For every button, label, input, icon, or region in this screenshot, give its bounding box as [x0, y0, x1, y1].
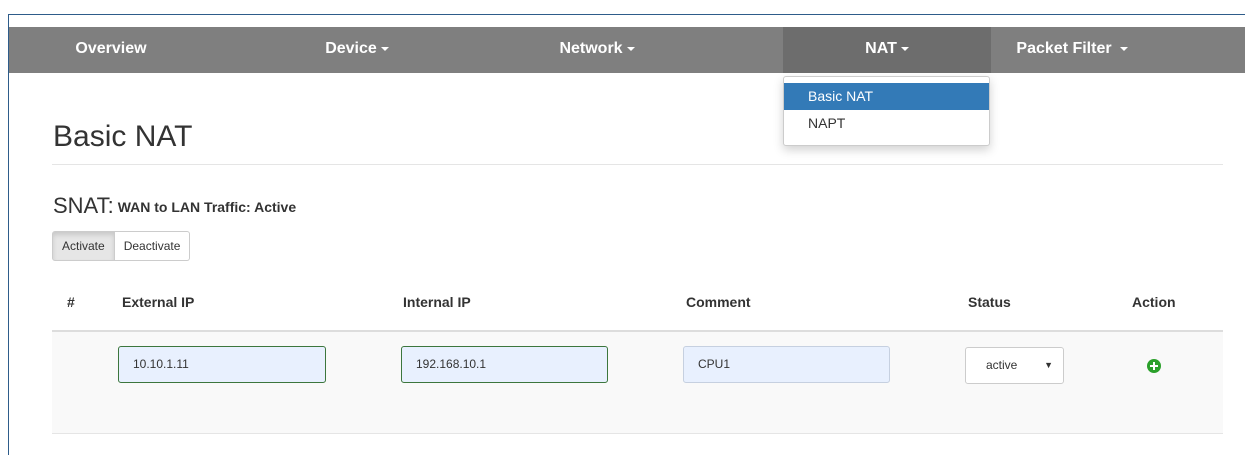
caret-down-icon [380, 46, 389, 51]
top-navbar: Overview Device Network NAT Packet Filte… [9, 27, 1245, 73]
deactivate-button[interactable]: Deactivate [114, 231, 191, 261]
snat-status-text: WAN to LAN Traffic: Active [117, 199, 297, 216]
column-header-internal-ip: Internal IP [403, 294, 471, 310]
nav-nat[interactable]: NAT [783, 27, 991, 73]
external-ip-input[interactable]: 10.10.1.11 [118, 346, 326, 383]
menu-item-basic-nat[interactable]: Basic NAT [784, 83, 989, 110]
activation-button-group: Activate Deactivate [52, 231, 191, 261]
status-select[interactable]: active ▼ [965, 347, 1064, 384]
nav-network[interactable]: Network [551, 27, 643, 73]
nav-network-label: Network [559, 40, 623, 57]
column-header-external-ip: External IP [122, 294, 195, 310]
nav-nat-label: NAT [865, 40, 897, 57]
column-header-comment: Comment [686, 294, 751, 310]
nav-packet-filter[interactable]: Packet Filter [1009, 27, 1135, 73]
add-circle-icon[interactable] [1147, 359, 1161, 373]
caret-down-icon [900, 46, 909, 51]
page-title: Basic NAT [53, 120, 193, 153]
status-select-value: active [986, 358, 1018, 372]
select-arrow-icon: ▼ [1044, 360, 1053, 370]
nav-packet-filter-label: Packet Filter [1016, 40, 1112, 57]
internal-ip-input[interactable]: 192.168.10.1 [401, 346, 608, 383]
column-header-number: # [67, 294, 75, 310]
caret-down-icon [626, 46, 635, 51]
nav-overview[interactable]: Overview [65, 27, 157, 73]
nav-overview-label: Overview [75, 40, 147, 57]
column-header-action: Action [1132, 294, 1176, 310]
activate-button[interactable]: Activate [52, 231, 115, 261]
nat-dropdown-menu: Basic NAT NAPT [783, 76, 990, 146]
column-header-status: Status [968, 294, 1011, 310]
nav-device-label: Device [325, 40, 377, 57]
snat-title-label: SNAT: [53, 193, 114, 218]
table-bottom-divider [52, 433, 1223, 434]
nav-device[interactable]: Device [317, 27, 397, 73]
snat-section-title: SNAT: WAN to LAN Traffic: Active [53, 193, 296, 219]
comment-input[interactable]: CPU1 [683, 346, 890, 383]
caret-down-icon [1119, 46, 1128, 51]
divider [52, 164, 1223, 165]
menu-item-napt[interactable]: NAPT [784, 110, 989, 137]
